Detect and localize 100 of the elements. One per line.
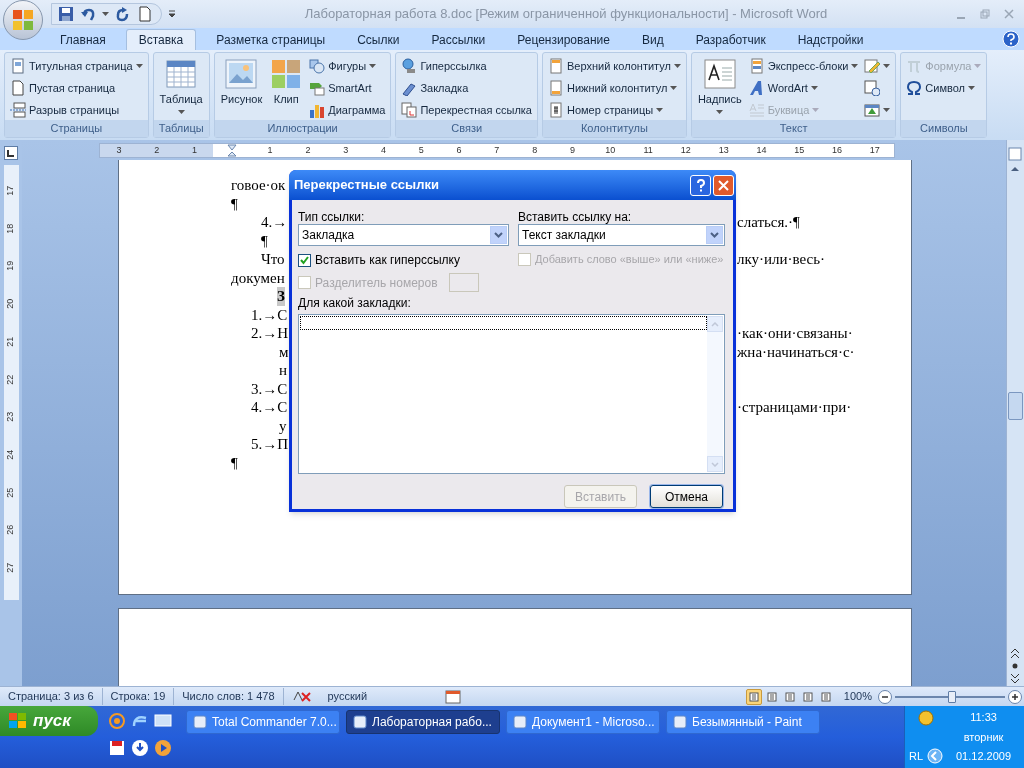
group-label: Текст — [691, 120, 896, 137]
ribbon-large-button[interactable]: Рисунок — [218, 56, 265, 120]
ruler-number: 11 — [642, 143, 654, 157]
reference-type-dropdown[interactable]: Закладка — [298, 224, 509, 246]
ribbon-button[interactable]: Фигуры — [308, 56, 387, 76]
ruler-number: 20 — [4, 298, 17, 309]
ruler-number: 10 — [604, 143, 617, 157]
ruler-number: 12 — [679, 143, 692, 157]
insert-reference-dropdown[interactable]: Текст закладки — [518, 224, 725, 246]
dialog-button[interactable]: Отмена — [650, 485, 723, 508]
start-button[interactable]: пуск — [0, 706, 98, 736]
ribbon-button[interactable]: WordArt — [747, 78, 860, 98]
document-text: 4.→ — [261, 213, 288, 232]
document-text: ·страницами·при· — [737, 398, 852, 417]
document-text: 2.→Н — [251, 324, 289, 343]
ruler-number: 1 — [175, 143, 214, 157]
ribbon-button[interactable]: Номер страницы — [546, 100, 682, 120]
document-text: ¶ — [231, 194, 238, 213]
ribbon-button[interactable]: Экспресс-блоки — [747, 56, 860, 76]
document-text: н — [279, 361, 288, 380]
ruler-number: 25 — [4, 487, 17, 498]
ruler-number: 16 — [831, 143, 844, 157]
document-text: м — [279, 342, 289, 361]
clock-date: 01.12.2009 — [956, 749, 1012, 765]
ruler-number: 2 — [137, 143, 176, 157]
ribbon-tab[interactable]: Надстройки — [785, 29, 876, 50]
ribbon-tab[interactable]: Ссылки — [345, 29, 412, 50]
language-indicator[interactable]: русский — [319, 688, 376, 705]
ruler-number: 3 — [342, 143, 350, 157]
document-text: ¶ — [231, 453, 238, 472]
document-text: говое·ок — [231, 176, 286, 195]
document-text: 5.→П — [251, 435, 289, 454]
group-label: Символы — [901, 120, 987, 137]
line-indicator[interactable]: Строка: 19 — [102, 688, 175, 705]
taskbar-button[interactable]: Безымянный - Paint — [666, 710, 820, 734]
document-text: жна·начинаться·с· — [737, 342, 855, 361]
ruler-number: 19 — [4, 261, 17, 272]
ribbon-tab[interactable]: Вставка — [125, 29, 197, 50]
ribbon-tab[interactable]: Вид — [629, 29, 676, 50]
ruler-number: 5 — [417, 143, 425, 157]
word-count[interactable]: Число слов: 1 478 — [174, 688, 284, 705]
list-label: Для какой закладки: — [298, 295, 412, 312]
ribbon-tab[interactable]: Разработчик — [683, 29, 778, 50]
document-text: ¶ — [261, 231, 268, 250]
ribbon-button[interactable]: Символ — [905, 78, 983, 98]
checkbox-label: Разделитель номеров — [315, 274, 438, 292]
dialog-title: Перекрестные ссылки — [294, 176, 440, 195]
ruler-number: 13 — [717, 143, 730, 157]
zoom-level[interactable]: 100% — [837, 688, 878, 705]
ruler-number: 17 — [868, 143, 881, 157]
document-text: Что — [261, 250, 285, 269]
window-title: Лабораторная работа 8.doc [Режим ограниченной функциональности] - Microsoft Word — [303, 5, 829, 24]
group-label: Колонтитулы — [542, 120, 686, 137]
document-text: у — [279, 416, 287, 435]
document-text: ·как·они·связаны· — [737, 324, 853, 343]
ribbon-large-button[interactable]: Надпись — [695, 56, 744, 120]
taskbar-button[interactable]: Документ1 - Microso... — [506, 710, 660, 734]
ribbon-large-button[interactable]: Клип — [268, 56, 305, 120]
ribbon-button[interactable]: Нижний колонтитул — [546, 78, 682, 98]
ribbon-button[interactable]: Верхний колонтитул — [546, 56, 682, 76]
document-text: 1.→С — [251, 305, 288, 324]
taskbar-button[interactable]: Total Commander 7.0... — [186, 710, 340, 734]
field-label: Тип ссылки: — [298, 209, 366, 224]
clock-time: 11:33 — [970, 710, 997, 726]
ruler-number: 27 — [4, 562, 17, 573]
ruler-number: 4 — [379, 143, 387, 157]
ribbon-tab[interactable]: Рецензирование — [505, 29, 622, 50]
ribbon-tab[interactable]: Разметка страницы — [204, 29, 338, 50]
ruler-number: 26 — [4, 525, 17, 536]
field-label: Вставить ссылку на: — [518, 209, 633, 224]
ruler-number: 21 — [4, 336, 17, 347]
ribbon-button[interactable]: SmartArt — [308, 78, 387, 98]
ribbon-button[interactable]: Закладка — [400, 78, 533, 98]
ruler-number: 6 — [455, 143, 463, 157]
ribbon-button[interactable]: Титульная страница — [9, 56, 144, 76]
document-text: докумен — [231, 268, 285, 287]
group-label: Связи — [396, 120, 537, 137]
document-text: слаться.·¶ — [737, 213, 800, 232]
ruler-number: 15 — [793, 143, 806, 157]
ribbon-tab[interactable]: Главная — [48, 29, 118, 50]
checkbox-label: Вставить как гиперссылку — [315, 252, 460, 269]
taskbar-button[interactable]: Лабораторная рабо... — [346, 710, 500, 734]
group-label: Иллюстрации — [214, 120, 391, 137]
ruler-number: 14 — [755, 143, 768, 157]
ruler-number: 17 — [4, 185, 17, 196]
group-label: Таблицы — [153, 120, 209, 137]
document-text: 3.→С — [251, 379, 288, 398]
ribbon-button[interactable]: Диаграмма — [308, 100, 387, 120]
ruler-number: 18 — [4, 223, 17, 234]
ruler-number: 3 — [100, 143, 138, 157]
ribbon-button[interactable]: Перекрестная ссылка — [400, 100, 533, 120]
ribbon-large-button[interactable]: Таблица — [157, 56, 205, 120]
document-text: лку·или·весь· — [737, 250, 826, 269]
ribbon-tab[interactable]: Рассылки — [419, 29, 498, 50]
ruler-number: 9 — [568, 143, 576, 157]
ribbon-button[interactable]: Пустая страница — [9, 78, 144, 98]
ribbon-button[interactable]: Гиперссылка — [400, 56, 533, 76]
page-indicator[interactable]: Страница: 3 из 6 — [0, 688, 103, 705]
ribbon-button[interactable]: Разрыв страницы — [9, 100, 144, 120]
clock-day: вторник — [963, 728, 1004, 746]
